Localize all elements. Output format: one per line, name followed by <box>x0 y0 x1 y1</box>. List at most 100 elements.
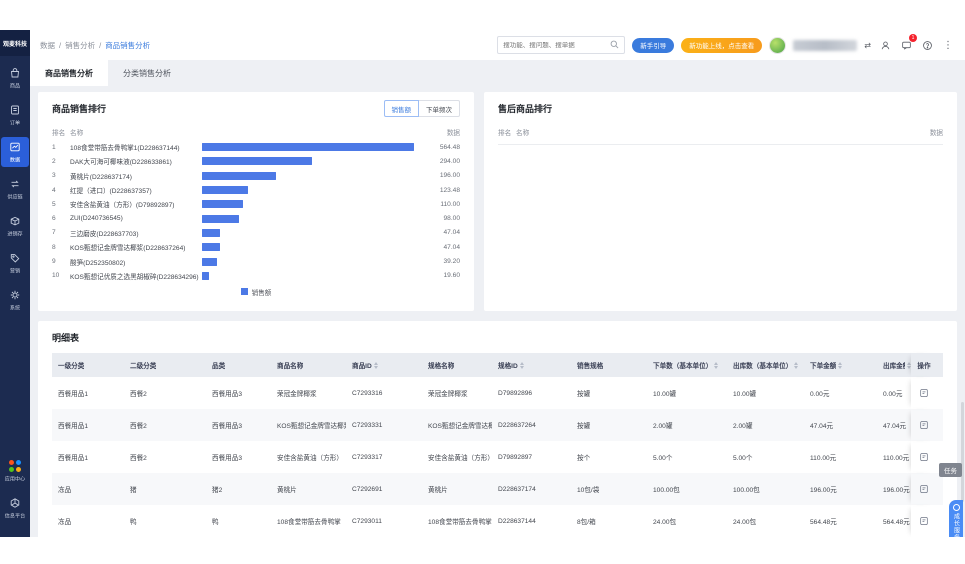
sales-bar <box>202 257 217 266</box>
rank-number: 6 <box>52 215 56 223</box>
cell: 冻品 <box>58 487 72 494</box>
sidebar-item-supply-chain[interactable]: 供应链 <box>1 174 29 204</box>
column-header-label: 出库数（基本单位） <box>733 363 793 370</box>
detail-table-body: 西餐用品1 西餐2 西餐用品3 荣冠金牌椰浆 C7293316 荣冠金牌椰浆 D798928… <box>52 377 943 537</box>
growth-service-tab[interactable]: 成长服务 <box>949 500 963 537</box>
view-document-icon[interactable] <box>919 516 929 526</box>
rank-number: 4 <box>52 186 56 194</box>
column-header-label: 操作 <box>917 363 931 370</box>
message-icon[interactable]: 1 <box>899 34 917 52</box>
sort-icon[interactable] <box>838 361 843 369</box>
search-input[interactable] <box>503 41 607 49</box>
rank-number: 3 <box>52 172 56 180</box>
cell: C7293331 <box>352 421 383 429</box>
toggle-sales-amount[interactable]: 销售额 <box>383 100 419 117</box>
column-header-5[interactable]: 商品ID <box>346 360 422 370</box>
help-icon[interactable] <box>920 38 934 52</box>
column-header-9[interactable]: 下单数（基本单位） <box>647 360 727 370</box>
breadcrumb-sales-analysis[interactable]: 销售分析 <box>65 40 95 51</box>
view-document-icon[interactable] <box>919 452 929 462</box>
support-icon[interactable] <box>878 38 892 52</box>
sort-icon[interactable] <box>373 361 378 369</box>
sidebar-item-data[interactable]: 数据 <box>1 137 29 167</box>
cell: 荣冠金牌椰浆 <box>277 391 317 398</box>
search-icon[interactable] <box>610 36 619 54</box>
sidebar-item-goods[interactable]: 商品 <box>1 63 29 93</box>
cell: D228637264 <box>498 421 536 429</box>
sidebar-item-inventory[interactable]: 进销存 <box>1 211 29 241</box>
sidebar-item-marketing[interactable]: 营销 <box>1 248 29 278</box>
chart-icon <box>9 141 21 153</box>
sidebar-item-system[interactable]: 系统 <box>1 285 29 315</box>
view-document-icon[interactable] <box>919 388 929 398</box>
cell: 冻品 <box>58 519 72 526</box>
app-frame: 观麦科技 商品 订单 数据 供应链 进销存 营销 系统 应用中心 信息平台 数据… <box>0 30 965 537</box>
sales-bar <box>202 271 210 280</box>
cell: 西餐用品1 <box>58 455 89 462</box>
column-header-label: 规格ID <box>498 363 518 370</box>
detail-table-header: 一级分类 二级分类 品类 商品名称 商品ID 规格名称 规格ID 销售规格 下单数（基本单位） 出… <box>52 353 943 377</box>
sort-icon[interactable] <box>519 361 524 369</box>
sort-icon[interactable] <box>794 361 799 369</box>
tab-category-sales-analysis[interactable]: 分类销售分析 <box>108 60 186 86</box>
tab-product-sales-analysis[interactable]: 商品销售分析 <box>30 60 108 86</box>
breadcrumb-current: 商品销售分析 <box>105 40 151 50</box>
column-header-7[interactable]: 规格ID <box>492 360 571 370</box>
rank-list-header: 排名 名称 数据 <box>52 130 460 137</box>
more-menu-icon[interactable]: ⋮ <box>941 38 955 52</box>
rank-number: 8 <box>52 243 56 251</box>
cell: 鸭 <box>130 519 137 526</box>
new-feature-button[interactable]: 新功能上线，点击查看 <box>681 37 763 53</box>
sort-icon[interactable] <box>714 361 719 369</box>
view-document-icon[interactable] <box>919 420 929 430</box>
column-header-12[interactable]: 出库金额 <box>877 360 911 370</box>
platform-icon <box>9 497 21 509</box>
cell: 西餐用品3 <box>212 423 243 430</box>
product-name: 红提（进口）(D228637357) <box>70 188 152 196</box>
view-document-icon[interactable] <box>919 484 929 494</box>
cell: 西餐用品1 <box>58 391 89 398</box>
cell: 108食堂带筋去骨鸭掌 <box>277 519 341 526</box>
message-badge: 1 <box>909 34 917 42</box>
cell: D79892897 <box>498 453 533 461</box>
cell: 100.00包 <box>653 487 680 494</box>
sales-value: 19.60 <box>443 272 460 280</box>
column-header-10[interactable]: 出库数（基本单位） <box>727 360 804 370</box>
sidebar-item-app-center[interactable]: 应用中心 <box>1 456 29 486</box>
sales-value: 39.20 <box>443 258 460 266</box>
breadcrumb-data[interactable]: 数据 <box>40 40 55 51</box>
column-header-11[interactable]: 下单金额 <box>804 360 877 370</box>
column-header-label: 销售规格 <box>577 363 604 370</box>
sales-value: 98.00 <box>443 215 460 223</box>
toggle-order-frequency[interactable]: 下单频次 <box>418 100 460 117</box>
sidebar-item-info-platform[interactable]: 信息平台 <box>1 493 29 523</box>
global-search[interactable] <box>497 36 626 54</box>
rank-number: 2 <box>52 157 56 165</box>
sales-bar <box>202 143 414 152</box>
sidebar: 观麦科技 商品 订单 数据 供应链 进销存 营销 系统 应用中心 信息平台 <box>0 30 30 537</box>
detail-table-card: 明细表 一级分类 二级分类 品类 商品名称 商品ID 规格名称 规格ID 销售规格 下单数（基本… <box>38 321 957 537</box>
supply-icon <box>9 178 21 190</box>
cell: 47.04元 <box>810 423 834 430</box>
sidebar-item-orders[interactable]: 订单 <box>1 100 29 130</box>
cell: 10.00罐 <box>733 391 757 398</box>
switch-account-icon[interactable]: ⇄ <box>864 41 871 50</box>
bar-track <box>202 243 418 252</box>
tag-icon <box>9 252 21 264</box>
sales-value: 110.00 <box>440 200 460 208</box>
action-cell <box>911 473 937 505</box>
chart-row: 5 安佳含盐黄油（方形）(D79892897) 110.00 <box>52 197 460 211</box>
breadcrumb-separator: / <box>99 40 102 50</box>
beginner-guide-button[interactable]: 新手引导 <box>632 37 675 53</box>
cell: 按个 <box>577 455 591 462</box>
column-header-label: 下单数（基本单位） <box>653 363 713 370</box>
chart-row: 8 KOS甄想记金牌雪达椰浆(D228637264) 47.04 <box>52 240 460 254</box>
scrollbar-thumb[interactable] <box>961 402 964 502</box>
sales-bar <box>202 157 313 166</box>
user-name-blurred <box>793 39 858 51</box>
avatar[interactable] <box>769 36 787 54</box>
task-tag[interactable]: 任务 <box>939 463 962 477</box>
cell: 西餐用品3 <box>212 391 243 398</box>
sales-bar <box>202 186 249 195</box>
product-name: 酸笋(D252350802) <box>70 259 126 267</box>
